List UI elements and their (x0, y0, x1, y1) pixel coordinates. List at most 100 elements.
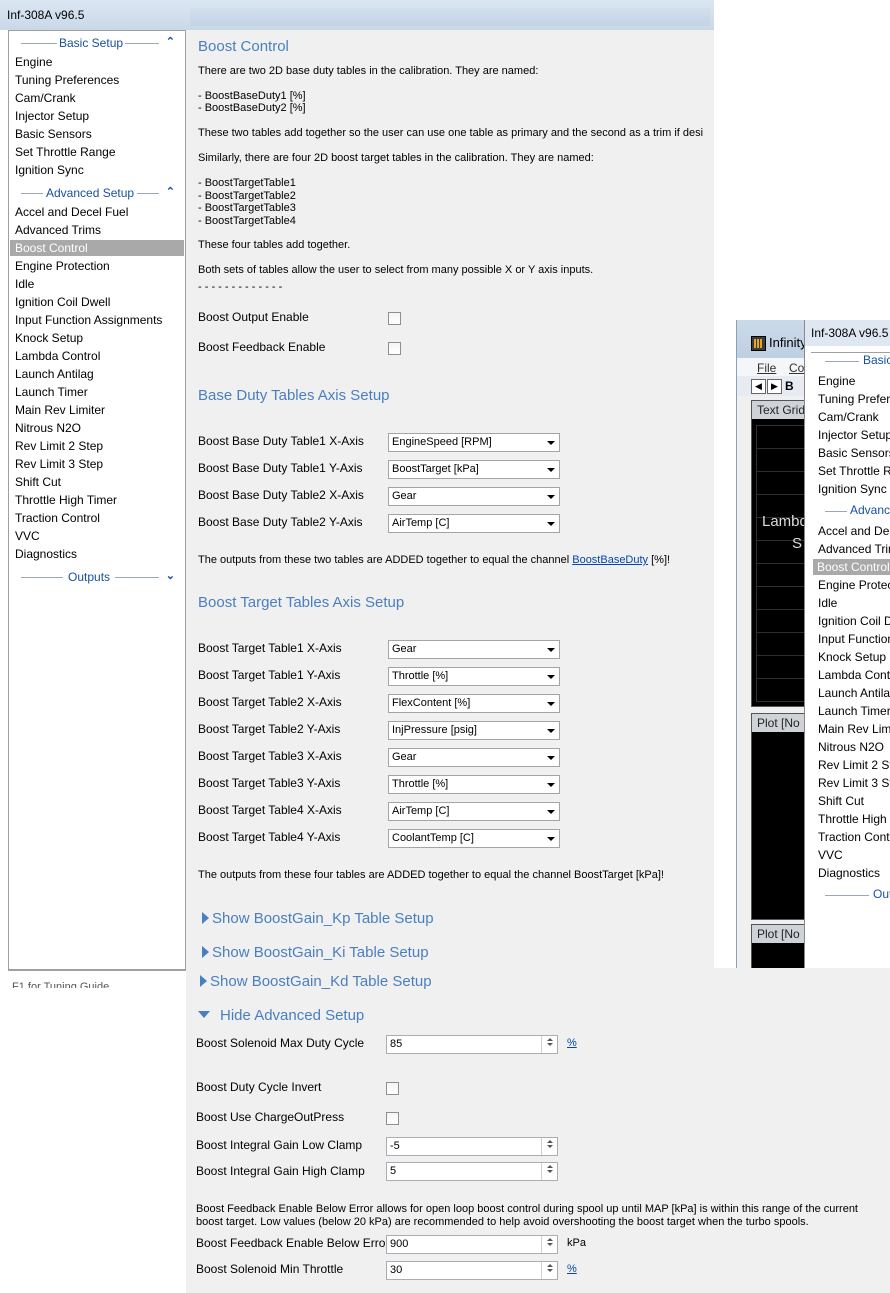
below-error-input[interactable]: 900 (386, 1235, 558, 1254)
second-sidebar-item-engine-protect[interactable]: Engine Protect (818, 577, 890, 593)
second-sidebar-item-knock-setup[interactable]: Knock Setup (818, 649, 886, 665)
sidebar-item-tuning-preferences[interactable]: Tuning Preferences (15, 72, 119, 88)
high-clamp-input[interactable]: 5 (386, 1162, 558, 1181)
second-sidebar-item-idle[interactable]: Idle (818, 595, 837, 611)
sidebar-item-launch-timer[interactable]: Launch Timer (15, 384, 88, 400)
basic-setup-header[interactable]: Basic Setup ⌃ (9, 34, 185, 52)
second-sidebar-item-vvc[interactable]: VVC (818, 847, 843, 863)
sidebar-item-idle[interactable]: Idle (15, 276, 34, 292)
boost-target-table1-x-axis-select[interactable]: Gear (388, 640, 560, 659)
chevron-down-icon[interactable]: ⌄ (166, 569, 175, 582)
second-sidebar-item-launch-timer[interactable]: Launch Timer (818, 703, 890, 719)
boost-target-table2-x-axis-select[interactable]: FlexContent [%] (388, 694, 560, 713)
second-sidebar-item-accel-and-dec[interactable]: Accel and Dec (818, 523, 890, 539)
second-outputs-header[interactable]: Outp (873, 887, 890, 901)
second-sidebar-item-injector-setup[interactable]: Injector Setup (818, 427, 890, 443)
second-sidebar-item-input-function[interactable]: Input Function (818, 631, 890, 647)
sidebar-item-main-rev-limiter[interactable]: Main Rev Limiter (15, 402, 105, 418)
nav-back-icon[interactable]: ◀ (751, 379, 766, 394)
duty-invert-checkbox[interactable] (386, 1082, 399, 1095)
second-sidebar-item-cam-crank[interactable]: Cam/Crank (818, 409, 879, 425)
sidebar-item-traction-control[interactable]: Traction Control (15, 510, 100, 526)
menu-co[interactable]: Co (789, 361, 804, 375)
chevron-up-icon[interactable]: ⌃ (166, 35, 175, 48)
sidebar-item-injector-setup[interactable]: Injector Setup (15, 108, 89, 124)
sidebar-item-boost-control[interactable]: Boost Control (10, 240, 184, 256)
sidebar-item-advanced-trims[interactable]: Advanced Trims (15, 222, 101, 238)
second-sidebar-item-nitrous-n2o[interactable]: Nitrous N2O (818, 739, 884, 755)
sidebar-item-launch-antilag[interactable]: Launch Antilag (15, 366, 94, 382)
show-ki-expander[interactable]: Show BoostGain_Ki Table Setup (202, 944, 429, 961)
second-sidebar-item-ignition-coil-d[interactable]: Ignition Coil D (818, 613, 890, 629)
second-advanced-header[interactable]: Advanc (850, 503, 890, 517)
boost-output-enable-checkbox[interactable] (388, 312, 401, 325)
sidebar-item-throttle-high-timer[interactable]: Throttle High Timer (15, 492, 117, 508)
charge-out-press-checkbox[interactable] (386, 1112, 399, 1125)
boost-target-table2-y-axis-select[interactable]: InjPressure [psig] (388, 721, 560, 740)
sidebar-item-shift-cut[interactable]: Shift Cut (15, 474, 61, 490)
sidebar-item-engine[interactable]: Engine (15, 54, 52, 70)
spinner-icon[interactable] (541, 1236, 557, 1253)
spinner-icon[interactable] (541, 1036, 557, 1053)
second-sidebar-item-throttle-high-t[interactable]: Throttle High T (818, 811, 890, 827)
hide-advanced-expander[interactable]: Hide Advanced Setup (198, 1007, 364, 1024)
boost-target-table1-y-axis-select[interactable]: Throttle [%] (388, 667, 560, 686)
second-sidebar-item-boost-control[interactable]: Boost Control (813, 559, 890, 575)
sidebar-item-lambda-control[interactable]: Lambda Control (15, 348, 100, 364)
low-clamp-input[interactable]: -5 (386, 1137, 558, 1156)
sidebar-item-set-throttle-range[interactable]: Set Throttle Range (15, 144, 116, 160)
boost-target-table4-x-axis-select[interactable]: AirTemp [C] (388, 802, 560, 821)
sidebar-item-ignition-coil-dwell[interactable]: Ignition Coil Dwell (15, 294, 110, 310)
second-sidebar-item-basic-sensors[interactable]: Basic Sensors (818, 445, 890, 461)
boost-feedback-enable-checkbox[interactable] (388, 342, 401, 355)
second-sidebar-item-set-throttle-ra[interactable]: Set Throttle Ra (818, 463, 890, 479)
second-basic-header[interactable]: Basic (863, 353, 890, 367)
second-sidebar-item-rev-limit-2-ste[interactable]: Rev Limit 2 Ste (818, 757, 890, 773)
sidebar-item-basic-sensors[interactable]: Basic Sensors (15, 126, 92, 142)
second-sidebar-item-diagnostics[interactable]: Diagnostics (818, 865, 880, 881)
second-sidebar-item-rev-limit-3-ste[interactable]: Rev Limit 3 Ste (818, 775, 890, 791)
max-duty-unit[interactable]: % (567, 1037, 577, 1049)
sidebar-item-vvc[interactable]: VVC (15, 528, 40, 544)
outputs-header[interactable]: Outputs ⌄ (9, 568, 185, 586)
boost-base-duty-table2-x-axis-select[interactable]: Gear (388, 487, 560, 506)
boost-base-duty-table1-y-axis-select[interactable]: BoostTarget [kPa] (388, 460, 560, 479)
second-sidebar-item-advanced-trim[interactable]: Advanced Trim (818, 541, 890, 557)
show-kp-expander[interactable]: Show BoostGain_Kp Table Setup (202, 910, 434, 927)
spinner-icon[interactable] (541, 1262, 557, 1279)
second-sidebar-item-main-rev-limit[interactable]: Main Rev Limit (818, 721, 890, 737)
second-sidebar-item-lambda-contro[interactable]: Lambda Contro (818, 667, 890, 683)
sidebar-item-nitrous-n2o[interactable]: Nitrous N2O (15, 420, 81, 436)
second-sidebar-item-traction-contro[interactable]: Traction Contro (818, 829, 890, 845)
spinner-icon[interactable] (541, 1138, 557, 1155)
max-duty-input[interactable]: 85 (386, 1035, 558, 1054)
advanced-setup-header[interactable]: Advanced Setup ⌃ (9, 184, 185, 202)
second-sidebar-item-tuning-prefere[interactable]: Tuning Prefere (818, 391, 890, 407)
sidebar-item-engine-protection[interactable]: Engine Protection (15, 258, 110, 274)
boost-target-table3-x-axis-select[interactable]: Gear (388, 748, 560, 767)
boost-base-duty-table2-y-axis-select[interactable]: AirTemp [C] (388, 514, 560, 533)
chevron-up-icon[interactable]: ⌃ (166, 185, 175, 198)
second-sidebar-item-shift-cut[interactable]: Shift Cut (818, 793, 864, 809)
min-throttle-input[interactable]: 30 (386, 1261, 558, 1280)
second-sidebar-item-engine[interactable]: Engine (818, 373, 855, 389)
sidebar-item-rev-limit-3-step[interactable]: Rev Limit 3 Step (15, 456, 103, 472)
nav-forward-icon[interactable]: ▶ (767, 379, 782, 394)
menu-file[interactable]: File (757, 361, 776, 375)
second-sidebar-item-ignition-sync[interactable]: Ignition Sync (818, 481, 887, 497)
boost-base-duty-link[interactable]: BoostBaseDuty (572, 554, 648, 566)
boost-base-duty-table1-x-axis-select[interactable]: EngineSpeed [RPM] (388, 433, 560, 452)
spinner-icon[interactable] (541, 1163, 557, 1180)
sidebar-item-rev-limit-2-step[interactable]: Rev Limit 2 Step (15, 438, 103, 454)
second-sidebar-item-launch-antilag[interactable]: Launch Antilag (818, 685, 890, 701)
boost-target-table4-y-axis-select[interactable]: CoolantTemp [C] (388, 829, 560, 848)
sidebar-item-diagnostics[interactable]: Diagnostics (15, 546, 77, 562)
sidebar-item-cam-crank[interactable]: Cam/Crank (15, 90, 76, 106)
sidebar-item-knock-setup[interactable]: Knock Setup (15, 330, 83, 346)
sidebar-item-input-function-assignments[interactable]: Input Function Assignments (15, 312, 162, 328)
sidebar-item-accel-and-decel-fuel[interactable]: Accel and Decel Fuel (15, 204, 128, 220)
sidebar-item-ignition-sync[interactable]: Ignition Sync (15, 162, 84, 178)
min-throttle-unit[interactable]: % (567, 1263, 577, 1275)
show-kd-expander[interactable]: Show BoostGain_Kd Table Setup (200, 973, 432, 990)
boost-target-table3-y-axis-select[interactable]: Throttle [%] (388, 775, 560, 794)
